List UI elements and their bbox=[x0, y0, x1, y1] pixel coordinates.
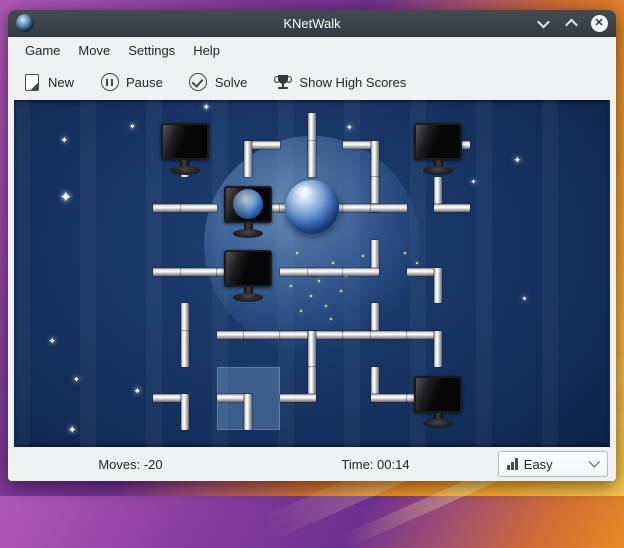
monitor-screen-sheen bbox=[416, 378, 460, 411]
monitor-stand-base bbox=[423, 166, 453, 175]
show-high-scores-label: Show High Scores bbox=[299, 75, 406, 90]
star-sparkle-icon: ✦ bbox=[522, 296, 528, 303]
star-sparkle-icon: ✦ bbox=[60, 190, 73, 205]
titlebar[interactable]: KNetWalk ✕ bbox=[8, 10, 616, 37]
chevron-down-icon bbox=[537, 15, 550, 28]
solve-label: Solve bbox=[215, 75, 248, 90]
star-sparkle-icon: ✦ bbox=[346, 124, 353, 132]
show-high-scores-button[interactable]: Show High Scores bbox=[273, 73, 406, 92]
chevron-down-icon bbox=[589, 456, 600, 467]
statusbar: Moves: -20 Time: 00:14 Easy bbox=[8, 447, 616, 481]
star-sparkle-icon: ✦ bbox=[68, 426, 76, 436]
monitor-screen bbox=[224, 250, 272, 287]
difficulty-dropdown[interactable]: Easy bbox=[498, 451, 608, 477]
pause-circle-icon bbox=[100, 73, 119, 92]
game-board[interactable]: ✦ ✦ ✦ ✦ ✦ ✦ ✦ ✦ ✦ ✦ ✦ ✦ bbox=[14, 100, 610, 447]
moves-status: Moves: -20 bbox=[8, 457, 253, 472]
cell-pipe[interactable] bbox=[308, 331, 316, 367]
cell-pipe[interactable] bbox=[343, 268, 379, 276]
difficulty-bars-icon bbox=[507, 458, 518, 470]
pause-label: Pause bbox=[126, 75, 163, 90]
city-light-dot bbox=[404, 252, 406, 254]
monitor-screen bbox=[414, 376, 462, 413]
star-sparkle-icon: ✦ bbox=[471, 179, 477, 186]
terminal-monitor[interactable] bbox=[224, 250, 272, 305]
terminal-monitor-connected[interactable] bbox=[224, 186, 272, 241]
city-light-dot bbox=[296, 252, 298, 254]
city-light-dot bbox=[332, 262, 334, 264]
menu-game[interactable]: Game bbox=[16, 37, 69, 63]
trophy-icon bbox=[273, 73, 292, 92]
cell-pipe[interactable] bbox=[244, 331, 280, 339]
terminal-monitor[interactable] bbox=[414, 123, 462, 178]
new-document-icon bbox=[22, 73, 41, 92]
city-light-dot bbox=[340, 290, 342, 292]
city-light-dot bbox=[290, 285, 292, 287]
cell-pipe[interactable] bbox=[244, 141, 252, 177]
cell-pipe[interactable] bbox=[434, 331, 442, 367]
toolbar: New Pause Solve Show High Scores bbox=[8, 63, 616, 101]
cell-pipe[interactable] bbox=[181, 268, 217, 276]
star-sparkle-icon: ✦ bbox=[61, 136, 69, 145]
cell-pipe[interactable] bbox=[308, 141, 316, 177]
city-light-dot bbox=[318, 280, 320, 282]
cell-pipe[interactable] bbox=[181, 331, 189, 367]
city-light-dot bbox=[300, 310, 302, 312]
cell-pipe[interactable] bbox=[280, 394, 316, 402]
menubar: Game Move Settings Help bbox=[8, 37, 616, 63]
pause-button[interactable]: Pause bbox=[100, 73, 163, 92]
monitor-screen-sheen bbox=[163, 125, 207, 158]
star-sparkle-icon: ✦ bbox=[134, 387, 142, 396]
menu-settings[interactable]: Settings bbox=[119, 37, 184, 63]
city-light-dot bbox=[416, 262, 418, 264]
solve-check-icon bbox=[189, 73, 208, 92]
star-sparkle-icon: ✦ bbox=[514, 156, 522, 165]
cell-pipe[interactable] bbox=[181, 204, 217, 212]
minimize-button[interactable] bbox=[534, 14, 552, 32]
cell-pipe[interactable] bbox=[434, 204, 470, 212]
close-button[interactable]: ✕ bbox=[590, 14, 608, 32]
monitor-stand-base bbox=[423, 419, 453, 428]
cell-pipe[interactable] bbox=[181, 394, 189, 430]
star-sparkle-icon: ✦ bbox=[49, 337, 57, 346]
star-sparkle-icon: ✦ bbox=[129, 123, 136, 131]
cell-pipe[interactable] bbox=[308, 268, 344, 276]
cell-pipe[interactable] bbox=[371, 394, 407, 402]
monitor-screen-sheen bbox=[226, 188, 270, 221]
monitor-stand-base bbox=[170, 166, 200, 175]
menu-help[interactable]: Help bbox=[184, 37, 229, 63]
cell-pipe[interactable] bbox=[434, 268, 442, 304]
cell-pipe[interactable] bbox=[371, 204, 407, 212]
cell-pipe[interactable] bbox=[244, 394, 252, 430]
monitor-screen bbox=[161, 123, 209, 160]
monitor-screen bbox=[224, 186, 272, 223]
time-status: Time: 00:14 bbox=[253, 457, 498, 472]
solve-button[interactable]: Solve bbox=[189, 73, 248, 92]
new-label: New bbox=[48, 75, 74, 90]
server-globe[interactable] bbox=[285, 180, 339, 234]
cell-pipe[interactable] bbox=[371, 331, 407, 339]
monitor-screen-sheen bbox=[226, 252, 270, 285]
window-title: KNetWalk bbox=[8, 16, 616, 31]
close-x-icon: ✕ bbox=[591, 15, 608, 32]
difficulty-value: Easy bbox=[524, 457, 553, 472]
cell-pipe[interactable] bbox=[371, 141, 379, 177]
terminal-monitor[interactable] bbox=[161, 123, 209, 178]
city-light-dot bbox=[330, 318, 332, 320]
monitor-stand-base bbox=[233, 293, 263, 302]
new-button[interactable]: New bbox=[22, 73, 74, 92]
city-light-dot bbox=[325, 305, 327, 307]
maximize-button[interactable] bbox=[562, 14, 580, 32]
menu-move[interactable]: Move bbox=[69, 37, 119, 63]
knetwalk-window: KNetWalk ✕ Game Move Settings Help New P… bbox=[8, 10, 616, 481]
monitor-screen bbox=[414, 123, 462, 160]
star-sparkle-icon: ✦ bbox=[203, 103, 211, 112]
terminal-monitor[interactable] bbox=[414, 376, 462, 431]
city-light-dot bbox=[362, 255, 364, 257]
monitor-stand-base bbox=[233, 229, 263, 238]
chevron-up-icon bbox=[565, 18, 578, 31]
city-light-dot bbox=[310, 295, 312, 297]
monitor-screen-sheen bbox=[416, 125, 460, 158]
star-sparkle-icon: ✦ bbox=[73, 376, 80, 384]
